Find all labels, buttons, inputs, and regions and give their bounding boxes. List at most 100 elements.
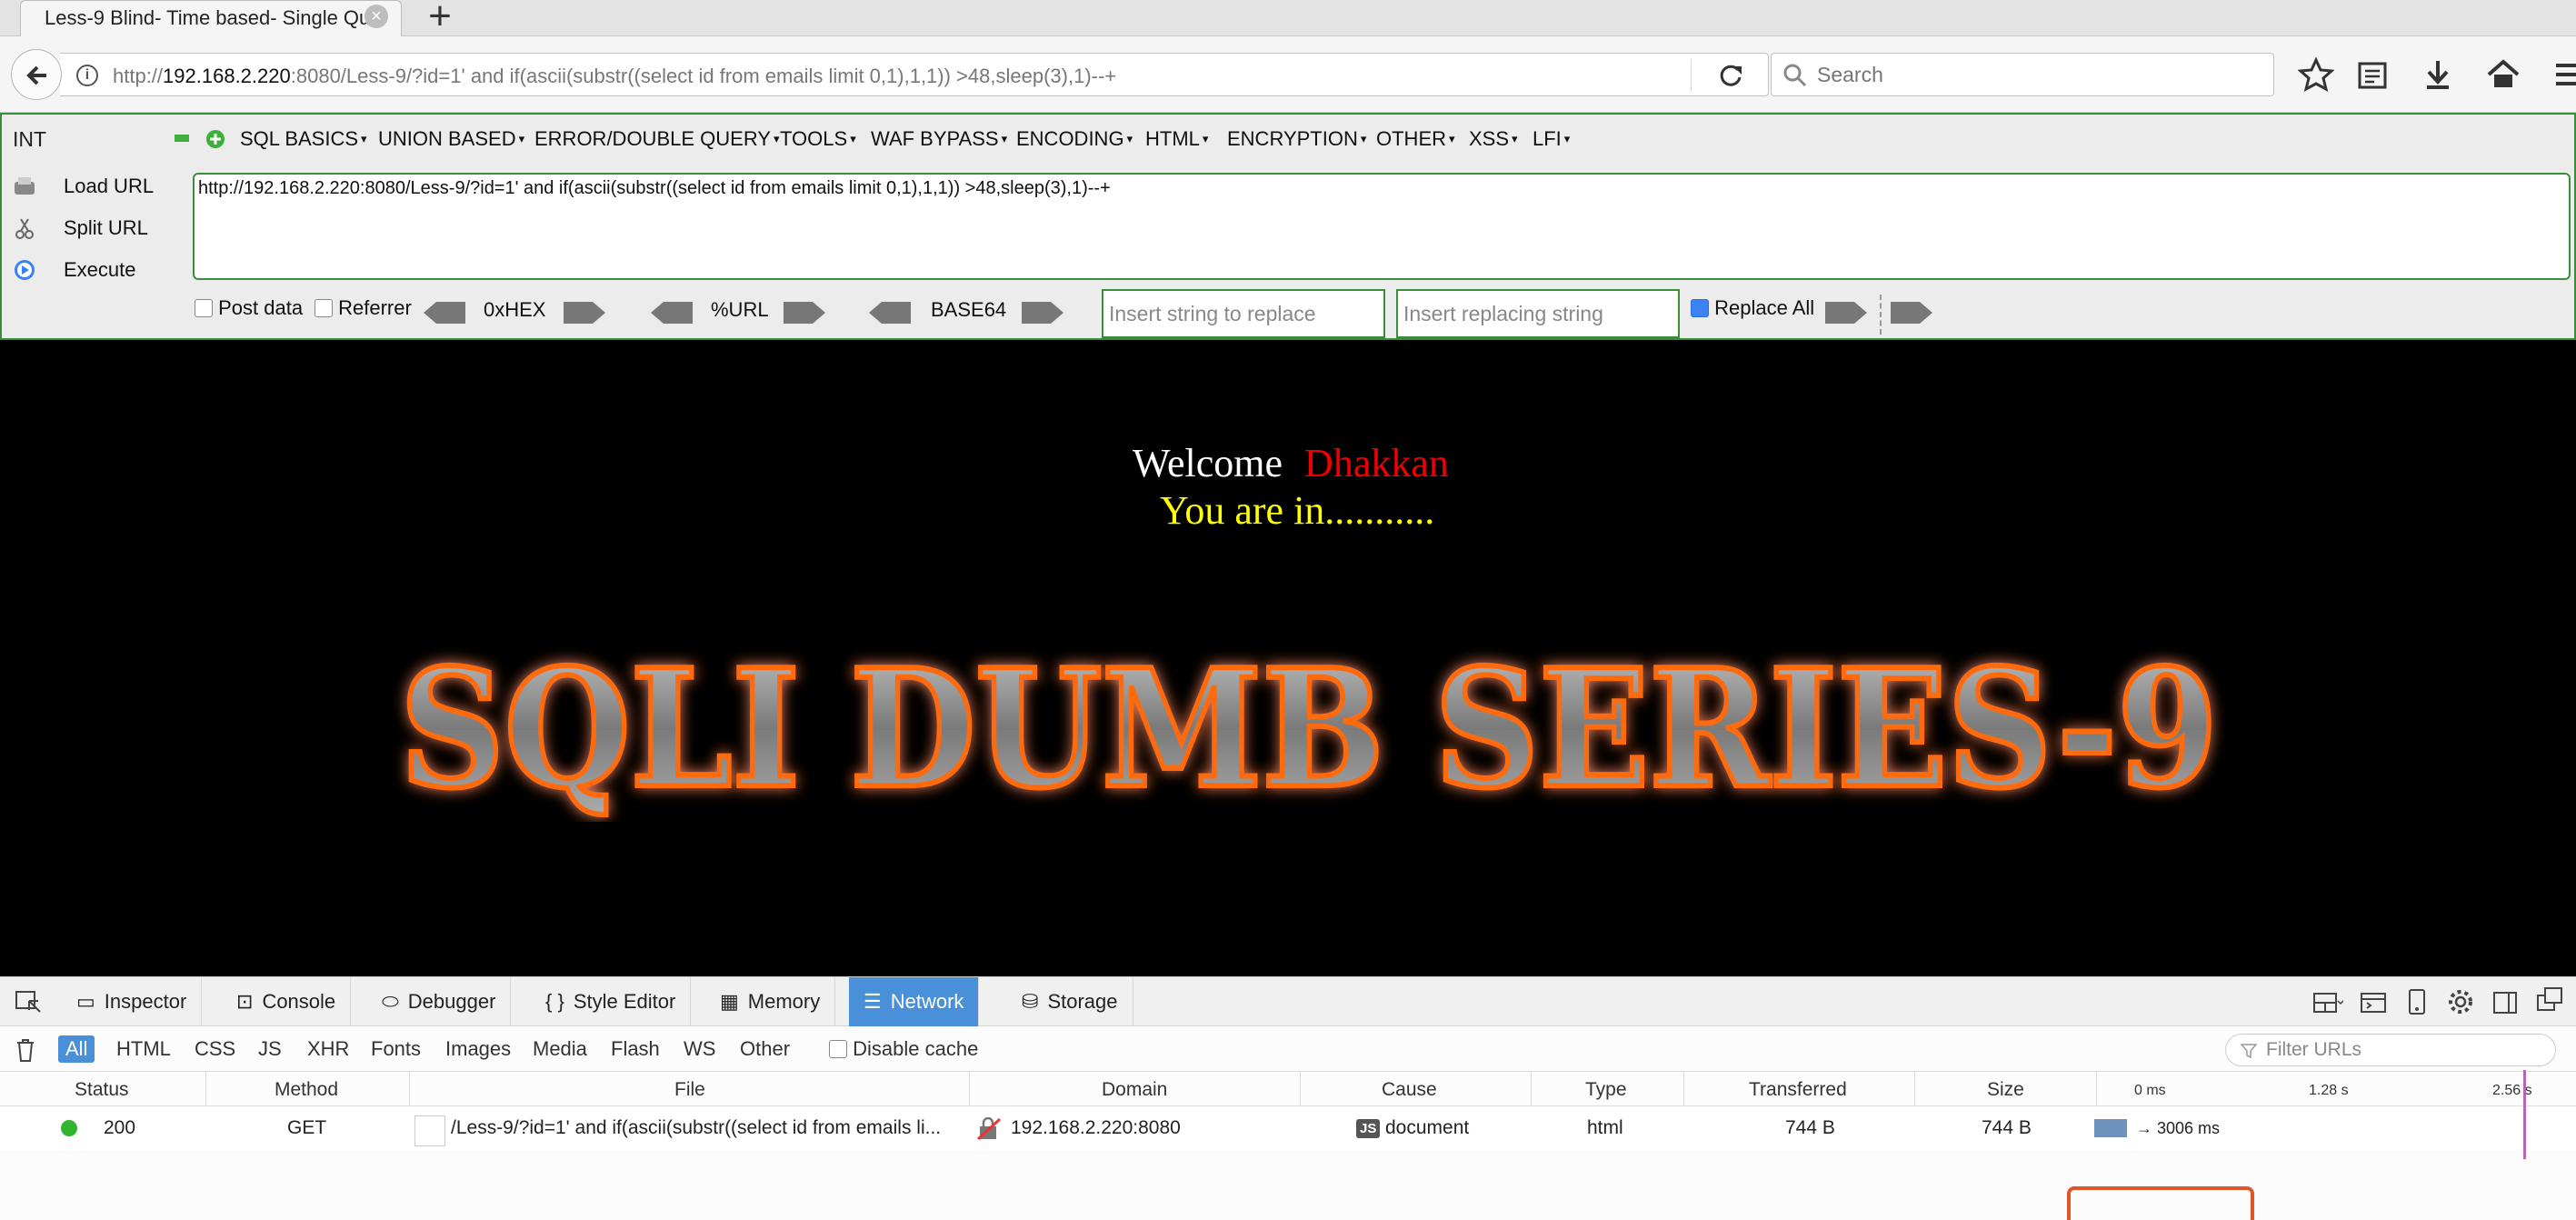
inspector-icon: ▭ <box>76 990 95 1013</box>
url-decode-arrow-icon[interactable] <box>651 300 693 325</box>
menu-html[interactable]: HTML ▾ <box>1145 127 1208 151</box>
filter-ws[interactable]: WS <box>676 1035 723 1063</box>
referrer-checkbox[interactable]: Referrer <box>315 296 412 333</box>
filter-css[interactable]: CSS <box>187 1035 243 1063</box>
col-divider <box>969 1072 970 1106</box>
col-status[interactable]: Status <box>75 1079 129 1101</box>
url-encode-arrow-icon[interactable] <box>784 300 825 325</box>
col-cause[interactable]: Cause <box>1382 1079 1437 1101</box>
dock-side-icon[interactable] <box>2492 990 2518 1015</box>
address-bar[interactable]: i http://192.168.2.220:8080/Less-9/?id=1… <box>60 53 1769 96</box>
separate-window-icon[interactable] <box>2536 986 2563 1014</box>
referrer-check[interactable] <box>315 299 333 317</box>
menu-union-based[interactable]: UNION BASED ▾ <box>378 127 524 151</box>
base64-encode-arrow-icon[interactable] <box>1022 300 1063 325</box>
menu-waf-bypass[interactable]: WAF BYPASS ▾ <box>871 127 1007 151</box>
search-box[interactable] <box>1771 53 2274 96</box>
replace-all-checkbox[interactable]: Replace All <box>1691 296 1814 333</box>
filter-xhr[interactable]: XHR <box>300 1035 356 1063</box>
menu-tools[interactable]: TOOLS ▾ <box>780 127 856 151</box>
home-icon[interactable] <box>2485 56 2521 93</box>
row-type: html <box>1587 1117 1623 1138</box>
col-transferred[interactable]: Transferred <box>1749 1079 1847 1101</box>
filter-html[interactable]: HTML <box>109 1035 178 1063</box>
hex-decode-arrow-icon[interactable] <box>424 300 465 325</box>
hackbar-url-textarea[interactable]: http://192.168.2.220:8080/Less-9/?id=1' … <box>193 173 2571 280</box>
replacing-string-input[interactable]: Insert replacing string <box>1396 289 1680 338</box>
new-tab-button[interactable]: + <box>420 0 460 36</box>
menu-encoding[interactable]: ENCODING ▾ <box>1016 127 1133 151</box>
url-text[interactable]: http://192.168.2.220:8080/Less-9/?id=1' … <box>113 65 1116 88</box>
replace-arrow-icon[interactable] <box>1825 300 1867 325</box>
plus-icon[interactable] <box>205 129 225 149</box>
download-icon[interactable] <box>2420 56 2456 93</box>
menu-xss[interactable]: XSS ▾ <box>1469 127 1518 151</box>
menu-encryption[interactable]: ENCRYPTION ▾ <box>1227 127 1366 151</box>
dock-layout-icon[interactable] <box>2312 990 2343 1015</box>
menu-icon[interactable] <box>2552 56 2576 93</box>
responsive-mode-icon[interactable] <box>2407 988 2427 1015</box>
search-input[interactable] <box>1817 61 2253 88</box>
network-icon: ☰ <box>864 990 882 1013</box>
col-domain[interactable]: Domain <box>1102 1079 1167 1101</box>
row-transferred: 744 B <box>1785 1117 1835 1138</box>
disable-cache-checkbox[interactable]: Disable cache <box>822 1035 985 1063</box>
filter-images[interactable]: Images <box>438 1035 518 1063</box>
col-type[interactable]: Type <box>1585 1079 1627 1101</box>
col-size[interactable]: Size <box>1987 1079 2024 1101</box>
filter-media[interactable]: Media <box>525 1035 594 1063</box>
post-data-check[interactable] <box>195 299 213 317</box>
menu-error-double-query[interactable]: ERROR/DOUBLE QUERY ▾ <box>534 127 780 151</box>
console-icon: ⊡ <box>236 990 254 1013</box>
close-tab-icon[interactable]: × <box>364 5 388 28</box>
table-row[interactable]: 200 GET /Less-9/?id=1' and if(ascii(subs… <box>0 1070 2576 1159</box>
menu-other[interactable]: OTHER ▾ <box>1376 127 1455 151</box>
filter-js[interactable]: JS <box>251 1035 289 1063</box>
hex-encode-arrow-icon[interactable] <box>564 300 605 325</box>
menu-sql-basics[interactable]: SQL BASICS ▾ <box>240 127 367 151</box>
filter-flash[interactable]: Flash <box>604 1035 667 1063</box>
col-divider <box>1914 1072 1915 1106</box>
filter-fonts[interactable]: Fonts <box>364 1035 428 1063</box>
reload-icon[interactable] <box>1716 61 1745 90</box>
menu-lfi[interactable]: LFI ▾ <box>1533 127 1570 151</box>
row-status: 200 <box>104 1117 136 1138</box>
pick-element-icon[interactable] <box>15 990 42 1015</box>
base64-label: BASE64 <box>931 298 1007 321</box>
settings-gear-icon[interactable] <box>2447 988 2474 1015</box>
col-divider <box>1683 1072 1684 1106</box>
tab-network[interactable]: ☰ Network <box>849 977 980 1026</box>
col-method[interactable]: Method <box>275 1079 338 1101</box>
disable-cache-check[interactable] <box>829 1040 847 1058</box>
col-file[interactable]: File <box>674 1079 705 1101</box>
filter-urls-input[interactable]: Filter URLs <box>2225 1034 2556 1066</box>
split-url-button[interactable]: Split URL <box>13 216 148 240</box>
tab-console[interactable]: ⊡ Console <box>222 977 352 1026</box>
execute-button[interactable]: Execute <box>13 258 136 282</box>
site-info-icon[interactable]: i <box>76 65 98 86</box>
back-button[interactable] <box>11 49 62 100</box>
tab-memory[interactable]: ▦ Memory <box>705 977 836 1026</box>
tab-inspector[interactable]: ▭ Inspector <box>62 977 203 1026</box>
filter-other[interactable]: Other <box>733 1035 797 1063</box>
login-status-text: You are in........... <box>1160 488 1435 533</box>
trash-icon[interactable] <box>15 1037 36 1063</box>
post-data-checkbox[interactable]: Post data <box>195 296 303 333</box>
tab-style-editor[interactable]: { } Style Editor <box>531 977 692 1026</box>
replace-string-input[interactable]: Insert string to replace <box>1102 289 1385 338</box>
tab-storage[interactable]: ⛁ Storage <box>1007 977 1133 1026</box>
browser-tab[interactable]: Less-9 Blind- Time based- Single Qu × <box>20 0 402 36</box>
replace-all-check[interactable] <box>1691 299 1709 317</box>
bookmark-star-icon[interactable] <box>2298 56 2334 93</box>
base64-decode-arrow-icon[interactable] <box>869 300 911 325</box>
timeline-tick-0: 0 ms <box>2134 1083 2166 1098</box>
filter-all[interactable]: All <box>58 1035 95 1063</box>
split-console-icon[interactable] <box>2360 990 2387 1015</box>
replace-extra-arrow-icon[interactable] <box>1891 300 1932 325</box>
reading-list-icon[interactable] <box>2354 56 2391 93</box>
hex-label: 0xHEX <box>484 298 546 321</box>
tab-debugger[interactable]: ⬭ Debugger <box>367 977 512 1026</box>
load-url-button[interactable]: Load URL <box>13 175 154 198</box>
minus-icon[interactable] <box>175 135 189 142</box>
col-divider <box>1300 1072 1301 1106</box>
